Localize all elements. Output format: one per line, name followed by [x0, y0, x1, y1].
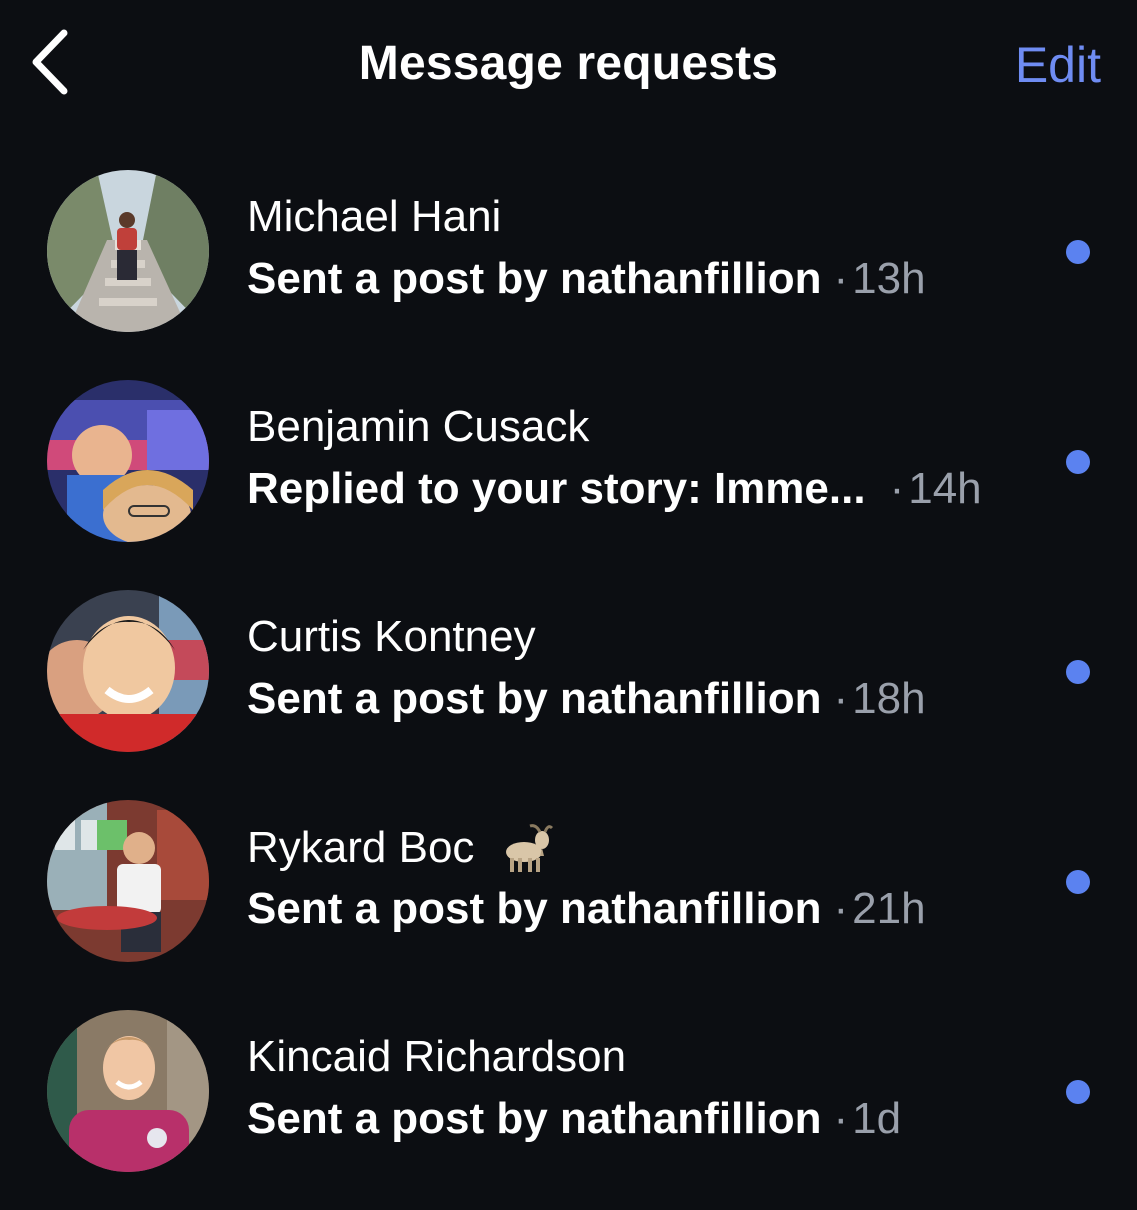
- unread-dot-icon: [1066, 450, 1090, 474]
- separator: ·: [889, 464, 905, 513]
- avatar: [47, 380, 209, 542]
- timestamp: 21h: [852, 884, 926, 933]
- message-preview: Replied to your story: Imme...: [247, 464, 866, 513]
- sender-name: Benjamin Cusack: [247, 402, 590, 451]
- unread-dot-icon: [1066, 870, 1090, 894]
- message-request-list: Michael Hani Sent a post by nathanfillio…: [0, 160, 1137, 1210]
- unread-dot-icon: [1066, 240, 1090, 264]
- message-preview: Sent a post by nathanfillion: [247, 254, 822, 303]
- avatar: [47, 170, 209, 332]
- message-request-row[interactable]: Michael Hani Sent a post by nathanfillio…: [0, 160, 1137, 370]
- message-request-row[interactable]: Benjamin Cusack Replied to your story: I…: [0, 370, 1137, 580]
- message-preview: Sent a post by nathanfillion: [247, 884, 822, 933]
- sender-name: Rykard Boc: [247, 823, 475, 872]
- message-preview: Sent a post by nathanfillion: [247, 1094, 822, 1143]
- sender-name: Michael Hani: [247, 192, 502, 241]
- page-title: Message requests: [358, 37, 779, 90]
- sender-name: Curtis Kontney: [247, 612, 536, 661]
- message-request-row[interactable]: Curtis Kontney Sent a post by nathanfill…: [0, 580, 1137, 790]
- avatar: [47, 590, 209, 752]
- message-request-row[interactable]: Kincaid Richardson Sent a post by nathan…: [0, 1000, 1137, 1210]
- sender-name: Kincaid Richardson: [247, 1032, 627, 1081]
- message-preview: Sent a post by nathanfillion: [247, 674, 822, 723]
- separator: ·: [833, 674, 849, 723]
- unread-dot-icon: [1066, 1080, 1090, 1104]
- timestamp: 1d: [852, 1094, 902, 1143]
- separator: ·: [833, 884, 849, 933]
- edit-button[interactable]: Edit: [1015, 36, 1101, 94]
- separator: ·: [833, 1094, 849, 1143]
- message-request-row[interactable]: Rykard Boc Sent a post by nathanfillion ·…: [0, 790, 1137, 1000]
- timestamp: 18h: [852, 674, 926, 723]
- header: Message requests Edit: [0, 0, 1137, 130]
- avatar: [47, 1010, 209, 1172]
- timestamp: 13h: [852, 254, 926, 303]
- unread-dot-icon: [1066, 660, 1090, 684]
- avatar: [47, 800, 209, 962]
- goat-emoji-icon: [498, 822, 554, 874]
- separator: ·: [833, 254, 849, 303]
- timestamp: 14h: [908, 464, 982, 513]
